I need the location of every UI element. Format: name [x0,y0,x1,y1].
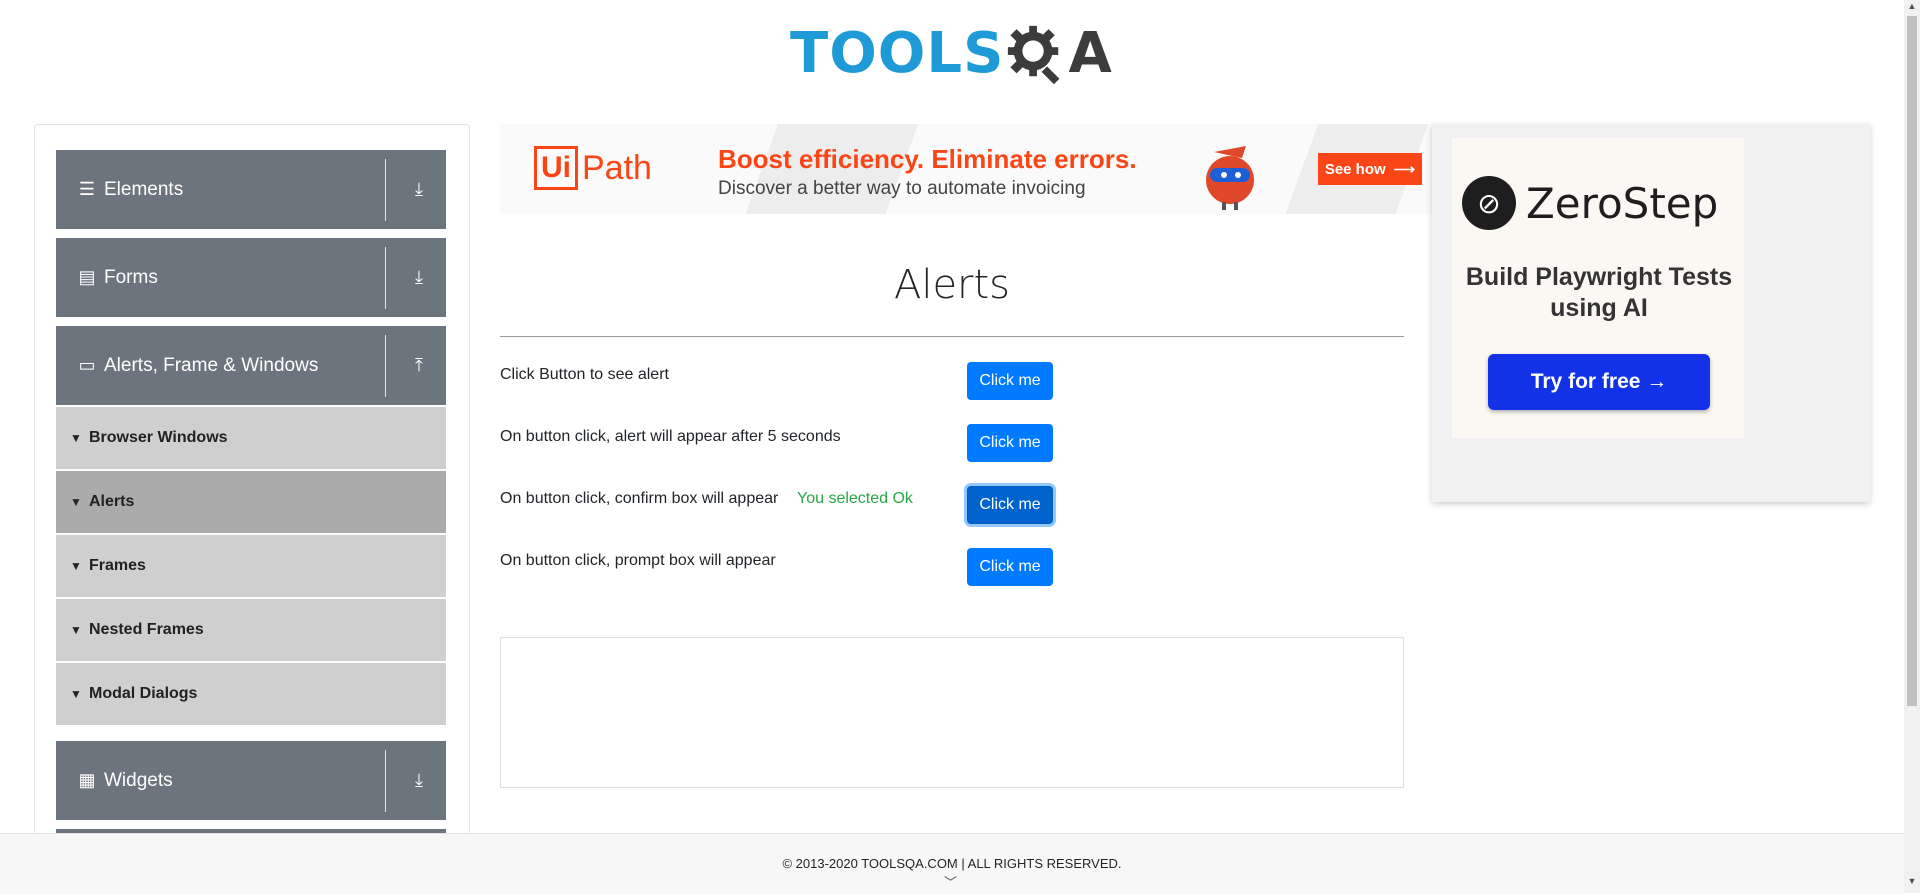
copyright-text: © 2013-2020 TOOLSQA.COM | ALL RIGHTS RES… [782,856,1122,871]
chevron-down-icon[interactable]: ﹀ [944,872,957,891]
sidebar-group-widgets[interactable]: ▦ Widgets ⤓ [56,741,446,820]
alert-row-label: Click Button to see alert [500,366,669,383]
ad-placeholder [500,637,1404,788]
html5-icon: ▼ [70,431,82,445]
logo-text-qa: A [1068,20,1112,86]
sidebar-group-label: Alerts, Frame & Windows [104,354,319,376]
divider [500,336,1404,337]
banner-subline: Discover a better way to automate invoic… [718,178,1086,199]
alert-button[interactable]: Click me [967,362,1053,400]
sidebar-item-label: Browser Windows [89,429,228,446]
document-icon: ▤ [78,267,96,287]
download-icon: ⤓ [415,770,423,790]
html5-icon: ▼ [70,623,82,637]
page-scrollbar[interactable]: ▲ ▼ [1904,0,1920,893]
see-how-button[interactable]: See how ⟶ [1318,153,1422,185]
footer: © 2013-2020 TOOLSQA.COM | ALL RIGHTS RES… [0,833,1904,894]
gear-magnifier-icon [1008,25,1060,84]
divider [385,334,386,397]
scrollbar-thumb[interactable] [1907,16,1917,706]
divider [385,158,386,221]
sidebar-item-label: Frames [89,557,146,574]
see-how-label: See how [1324,160,1386,178]
sidebar-group-label: Widgets [104,769,173,791]
sidebar-item-nested-frames[interactable]: ▼ Nested Frames [56,599,446,661]
sidebar-item-label: Alerts [89,493,135,510]
confirm-button[interactable]: Click me [967,486,1053,524]
divider [385,246,386,309]
sidebar-group-alerts-frame-windows[interactable]: ▭ Alerts, Frame & Windows ⤒ [56,326,446,405]
scroll-up-icon[interactable]: ▲ [1907,1,1917,15]
sidebar-group-forms[interactable]: ▤ Forms ⤓ [56,238,446,317]
zerostep-brand: ZeroStep [1526,178,1719,228]
sidebar-group-elements[interactable]: ☰ Elements ⤓ [56,150,446,229]
sidebar-item-alerts[interactable]: ▼ Alerts [56,471,446,533]
banner-ad[interactable]: Ui Path Boost efficiency. Eliminate erro… [500,124,1432,214]
banner-headline: Boost efficiency. Eliminate errors. [718,144,1137,174]
zerostep-ad[interactable]: ⊘ ZeroStep Build Playwright Tests using … [1432,124,1870,502]
sidebar-item-browser-windows[interactable]: ▼ Browser Windows [56,407,446,469]
arrow-right-icon: ⟶ [1393,161,1416,178]
sidebar-group-label: Forms [104,266,158,288]
timer-alert-row-label: On button click, alert will appear after… [500,428,841,445]
sidebar-item-modal-dialogs[interactable]: ▼ Modal Dialogs [56,663,446,725]
uipath-logo: Ui Path [534,146,652,190]
site-logo[interactable]: TOOLS A [790,14,1112,92]
confirm-row-label: On button click, confirm box will appear [500,490,779,507]
logo-qa: A [1004,20,1112,86]
uipath-logo-ui: Ui [534,146,578,190]
download-icon: ⤓ [415,179,423,199]
timer-alert-button[interactable]: Click me [967,424,1053,462]
widgets-icon: ▦ [78,770,96,790]
sidebar-item-frames[interactable]: ▼ Frames [56,535,446,597]
upload-icon: ⤒ [415,355,423,375]
html5-icon: ▼ [70,495,82,509]
zerostep-tagline: Build Playwright Tests using AI [1465,263,1733,322]
prompt-row-label: On button click, prompt box will appear [500,552,776,569]
robot-mascot-icon [1206,146,1254,210]
logo-text-tools: TOOLS [790,20,1005,86]
divider [385,749,386,812]
confirm-result-text: You selected Ok [797,490,913,507]
page-title: Alerts [893,262,1011,308]
zerostep-mark-icon: ⊘ [1462,176,1516,230]
try-for-free-button[interactable]: Try for free → [1488,354,1710,410]
sidebar: ☰ Elements ⤓ ▤ Forms ⤓ ▭ Alerts, Frame &… [34,124,470,842]
download-icon: ⤓ [415,267,423,287]
sidebar-item-label: Modal Dialogs [89,685,198,702]
zerostep-logo: ⊘ ZeroStep [1462,176,1718,230]
uipath-logo-path: Path [582,148,652,187]
prompt-button[interactable]: Click me [967,548,1053,586]
html5-icon: ▼ [70,687,82,701]
html5-icon: ▼ [70,559,82,573]
window-icon: ▭ [78,355,96,375]
sidebar-item-label: Nested Frames [89,621,204,638]
sidebar-group-label: Elements [104,178,184,200]
hamburger-icon: ☰ [78,179,96,199]
scroll-down-icon[interactable]: ▼ [1907,876,1917,890]
